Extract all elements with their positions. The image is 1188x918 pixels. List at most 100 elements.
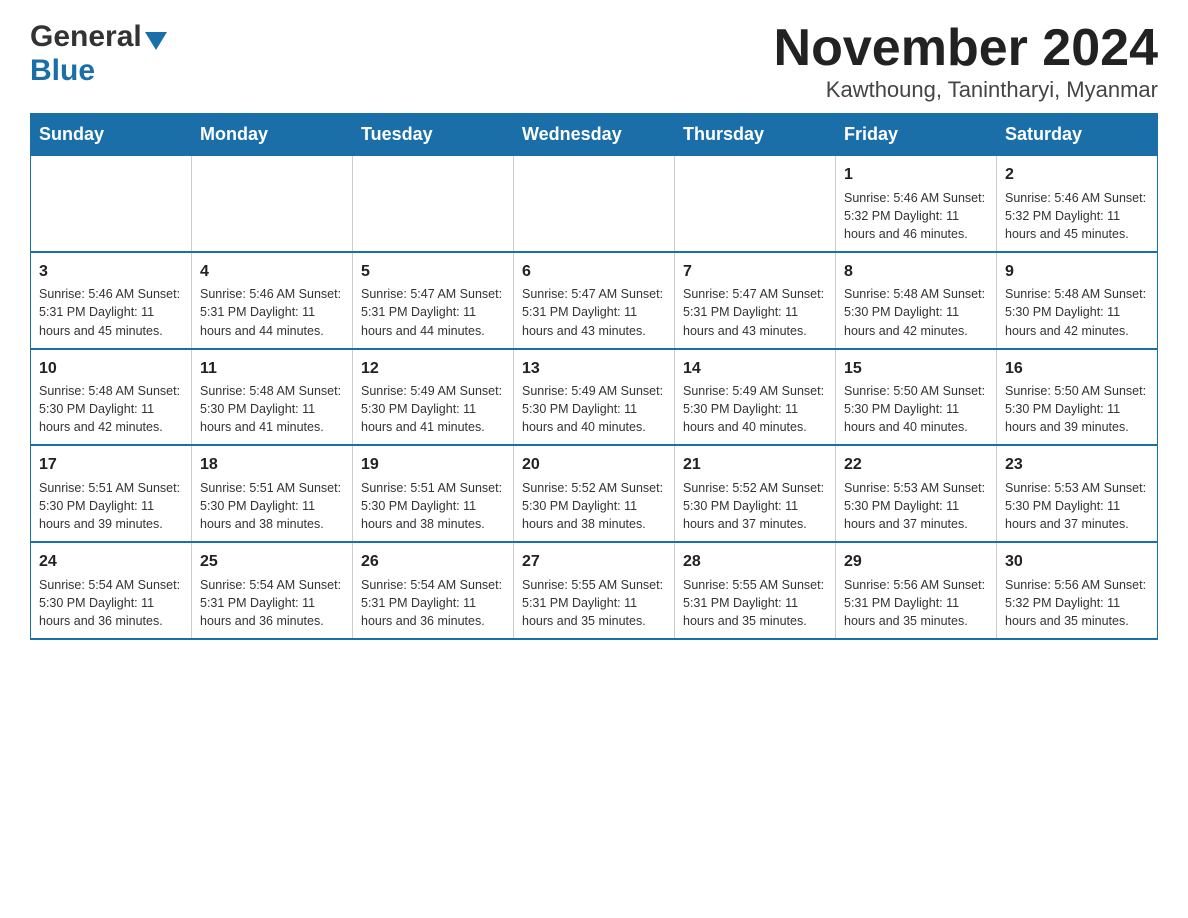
- header-wednesday: Wednesday: [514, 114, 675, 156]
- day-info-28: Sunrise: 5:55 AM Sunset: 5:31 PM Dayligh…: [683, 576, 827, 630]
- day-number-22: 22: [844, 454, 988, 476]
- day-info-21: Sunrise: 5:52 AM Sunset: 5:30 PM Dayligh…: [683, 479, 827, 533]
- day-info-3: Sunrise: 5:46 AM Sunset: 5:31 PM Dayligh…: [39, 285, 183, 339]
- day-number-24: 24: [39, 551, 183, 573]
- day-number-29: 29: [844, 551, 988, 573]
- cell-w3-d3: 12Sunrise: 5:49 AM Sunset: 5:30 PM Dayli…: [353, 349, 514, 446]
- day-number-19: 19: [361, 454, 505, 476]
- week-row-1: 1 Sunrise: 5:46 AM Sunset: 5:32 PM Daylig…: [31, 156, 1158, 252]
- day-info-30: Sunrise: 5:56 AM Sunset: 5:32 PM Dayligh…: [1005, 576, 1149, 630]
- day-number-20: 20: [522, 454, 666, 476]
- cell-w1-d3: [353, 156, 514, 252]
- header-thursday: Thursday: [675, 114, 836, 156]
- day-info-24: Sunrise: 5:54 AM Sunset: 5:30 PM Dayligh…: [39, 576, 183, 630]
- day-number-4: 4: [200, 261, 344, 283]
- day-number-27: 27: [522, 551, 666, 573]
- cell-w2-d7: 9Sunrise: 5:48 AM Sunset: 5:30 PM Daylig…: [997, 252, 1158, 349]
- cell-w1-d4: [514, 156, 675, 252]
- week-row-5: 24 Sunrise: 5:54 AM Sunset: 5:30 PM Dayli…: [31, 542, 1158, 639]
- cell-w2-d6: 8Sunrise: 5:48 AM Sunset: 5:30 PM Daylig…: [836, 252, 997, 349]
- day-number-1: 1: [844, 164, 988, 186]
- cell-w2-d2: 4Sunrise: 5:46 AM Sunset: 5:31 PM Daylig…: [192, 252, 353, 349]
- day-info-9: Sunrise: 5:48 AM Sunset: 5:30 PM Dayligh…: [1005, 285, 1149, 339]
- cell-w1-d6: 1Sunrise: 5:46 AM Sunset: 5:32 PM Daylig…: [836, 156, 997, 252]
- cell-w3-d4: 13Sunrise: 5:49 AM Sunset: 5:30 PM Dayli…: [514, 349, 675, 446]
- day-number-5: 5: [361, 261, 505, 283]
- header-saturday: Saturday: [997, 114, 1158, 156]
- day-number-2: 2: [1005, 164, 1149, 186]
- cell-w2-d4: 6Sunrise: 5:47 AM Sunset: 5:31 PM Daylig…: [514, 252, 675, 349]
- cell-w2-d5: 7Sunrise: 5:47 AM Sunset: 5:31 PM Daylig…: [675, 252, 836, 349]
- cell-w1-d2: [192, 156, 353, 252]
- day-number-13: 13: [522, 358, 666, 380]
- cell-w3-d5: 14Sunrise: 5:49 AM Sunset: 5:30 PM Dayli…: [675, 349, 836, 446]
- day-info-12: Sunrise: 5:49 AM Sunset: 5:30 PM Dayligh…: [361, 382, 505, 436]
- cell-w2-d1: 3Sunrise: 5:46 AM Sunset: 5:31 PM Daylig…: [31, 252, 192, 349]
- cell-w1-d1: [31, 156, 192, 252]
- logo-arrow-icon: [145, 32, 167, 50]
- cell-w3-d2: 11Sunrise: 5:48 AM Sunset: 5:30 PM Dayli…: [192, 349, 353, 446]
- day-info-6: Sunrise: 5:47 AM Sunset: 5:31 PM Dayligh…: [522, 285, 666, 339]
- day-number-23: 23: [1005, 454, 1149, 476]
- header-tuesday: Tuesday: [353, 114, 514, 156]
- day-number-6: 6: [522, 261, 666, 283]
- day-info-10: Sunrise: 5:48 AM Sunset: 5:30 PM Dayligh…: [39, 382, 183, 436]
- day-info-15: Sunrise: 5:50 AM Sunset: 5:30 PM Dayligh…: [844, 382, 988, 436]
- cell-w5-d7: 30 Sunrise: 5:56 AM Sunset: 5:32 PM Dayli…: [997, 542, 1158, 639]
- cell-w3-d6: 15Sunrise: 5:50 AM Sunset: 5:30 PM Dayli…: [836, 349, 997, 446]
- day-info-26: Sunrise: 5:54 AM Sunset: 5:31 PM Dayligh…: [361, 576, 505, 630]
- header-sunday: Sunday: [31, 114, 192, 156]
- week-row-3: 10Sunrise: 5:48 AM Sunset: 5:30 PM Dayli…: [31, 349, 1158, 446]
- day-info-7: Sunrise: 5:47 AM Sunset: 5:31 PM Dayligh…: [683, 285, 827, 339]
- day-number-25: 25: [200, 551, 344, 573]
- calendar-table: SundayMondayTuesdayWednesdayThursdayFrid…: [30, 113, 1158, 640]
- day-info-2: Sunrise: 5:46 AM Sunset: 5:32 PM Dayligh…: [1005, 189, 1149, 243]
- title-block: November 2024 Kawthoung, Tanintharyi, My…: [774, 20, 1158, 103]
- logo-blue: Blue: [30, 54, 95, 87]
- cell-w4-d5: 21Sunrise: 5:52 AM Sunset: 5:30 PM Dayli…: [675, 445, 836, 542]
- cell-w5-d2: 25 Sunrise: 5:54 AM Sunset: 5:31 PM Dayli…: [192, 542, 353, 639]
- cell-w4-d4: 20 Sunrise: 5:52 AM Sunset: 5:30 PM Dayli…: [514, 445, 675, 542]
- day-number-16: 16: [1005, 358, 1149, 380]
- cell-w1-d7: 2 Sunrise: 5:46 AM Sunset: 5:32 PM Daylig…: [997, 156, 1158, 252]
- day-number-10: 10: [39, 358, 183, 380]
- header-monday: Monday: [192, 114, 353, 156]
- day-info-14: Sunrise: 5:49 AM Sunset: 5:30 PM Dayligh…: [683, 382, 827, 436]
- day-info-8: Sunrise: 5:48 AM Sunset: 5:30 PM Dayligh…: [844, 285, 988, 339]
- day-number-12: 12: [361, 358, 505, 380]
- day-info-23: Sunrise: 5:53 AM Sunset: 5:30 PM Dayligh…: [1005, 479, 1149, 533]
- day-info-18: Sunrise: 5:51 AM Sunset: 5:30 PM Dayligh…: [200, 479, 344, 533]
- day-info-16: Sunrise: 5:50 AM Sunset: 5:30 PM Dayligh…: [1005, 382, 1149, 436]
- logo: General Blue: [30, 20, 167, 88]
- week-row-4: 17 Sunrise: 5:51 AM Sunset: 5:30 PM Dayli…: [31, 445, 1158, 542]
- cell-w3-d7: 16Sunrise: 5:50 AM Sunset: 5:30 PM Dayli…: [997, 349, 1158, 446]
- day-number-11: 11: [200, 358, 344, 380]
- day-number-26: 26: [361, 551, 505, 573]
- day-number-9: 9: [1005, 261, 1149, 283]
- calendar-title: November 2024: [774, 20, 1158, 77]
- cell-w5-d4: 27 Sunrise: 5:55 AM Sunset: 5:31 PM Dayli…: [514, 542, 675, 639]
- cell-w5-d3: 26 Sunrise: 5:54 AM Sunset: 5:31 PM Dayli…: [353, 542, 514, 639]
- calendar-header-row: SundayMondayTuesdayWednesdayThursdayFrid…: [31, 114, 1158, 156]
- cell-w5-d6: 29Sunrise: 5:56 AM Sunset: 5:31 PM Dayli…: [836, 542, 997, 639]
- day-info-22: Sunrise: 5:53 AM Sunset: 5:30 PM Dayligh…: [844, 479, 988, 533]
- page-header: General Blue November 2024 Kawthoung, Ta…: [30, 20, 1158, 103]
- day-number-30: 30: [1005, 551, 1149, 573]
- day-info-20: Sunrise: 5:52 AM Sunset: 5:30 PM Dayligh…: [522, 479, 666, 533]
- day-info-19: Sunrise: 5:51 AM Sunset: 5:30 PM Dayligh…: [361, 479, 505, 533]
- cell-w3-d1: 10Sunrise: 5:48 AM Sunset: 5:30 PM Dayli…: [31, 349, 192, 446]
- cell-w2-d3: 5Sunrise: 5:47 AM Sunset: 5:31 PM Daylig…: [353, 252, 514, 349]
- day-info-25: Sunrise: 5:54 AM Sunset: 5:31 PM Dayligh…: [200, 576, 344, 630]
- day-number-3: 3: [39, 261, 183, 283]
- cell-w5-d5: 28 Sunrise: 5:55 AM Sunset: 5:31 PM Dayli…: [675, 542, 836, 639]
- day-number-28: 28: [683, 551, 827, 573]
- day-info-4: Sunrise: 5:46 AM Sunset: 5:31 PM Dayligh…: [200, 285, 344, 339]
- day-number-14: 14: [683, 358, 827, 380]
- day-info-27: Sunrise: 5:55 AM Sunset: 5:31 PM Dayligh…: [522, 576, 666, 630]
- day-info-11: Sunrise: 5:48 AM Sunset: 5:30 PM Dayligh…: [200, 382, 344, 436]
- cell-w4-d6: 22 Sunrise: 5:53 AM Sunset: 5:30 PM Dayli…: [836, 445, 997, 542]
- day-number-15: 15: [844, 358, 988, 380]
- cell-w4-d3: 19 Sunrise: 5:51 AM Sunset: 5:30 PM Dayli…: [353, 445, 514, 542]
- day-info-13: Sunrise: 5:49 AM Sunset: 5:30 PM Dayligh…: [522, 382, 666, 436]
- day-number-17: 17: [39, 454, 183, 476]
